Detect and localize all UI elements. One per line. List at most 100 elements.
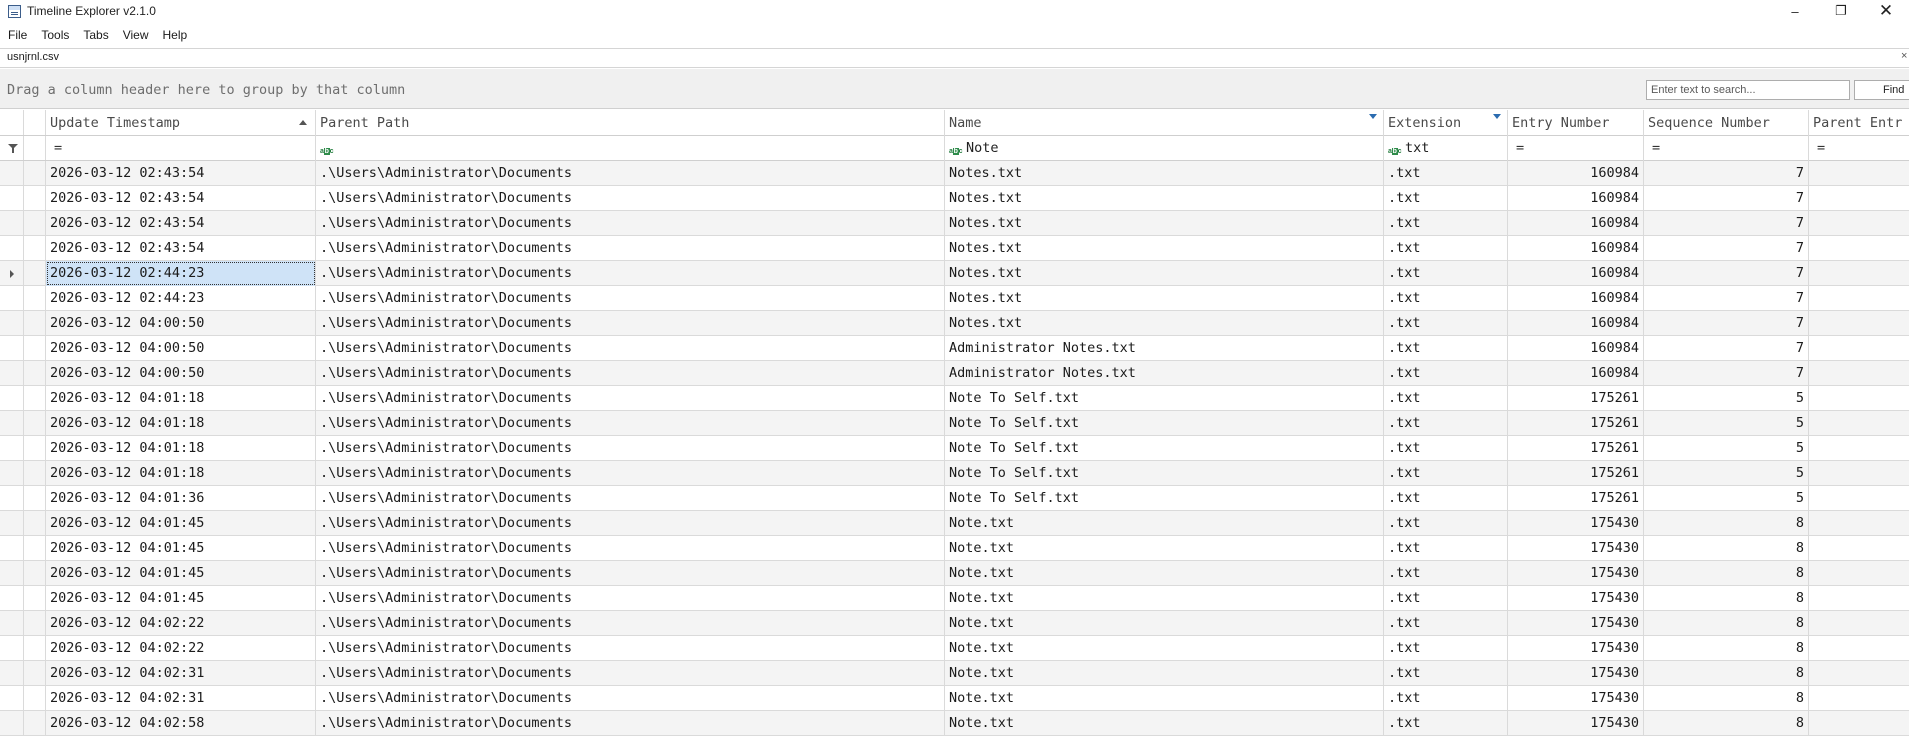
- cell-name[interactable]: Note.txt: [945, 586, 1384, 611]
- cell-parent-path[interactable]: .\Users\Administrator\Documents: [316, 261, 945, 286]
- cell-update-timestamp[interactable]: 2026-03-12 02:44:23: [46, 261, 316, 286]
- cell-parent-path[interactable]: .\Users\Administrator\Documents: [316, 486, 945, 511]
- cell-parent-entry[interactable]: [1809, 236, 1909, 261]
- cell-extension[interactable]: .txt: [1384, 611, 1508, 636]
- cell-name[interactable]: Note.txt: [945, 661, 1384, 686]
- cell-parent-path[interactable]: .\Users\Administrator\Documents: [316, 411, 945, 436]
- cell-entry-number[interactable]: 175430: [1508, 561, 1644, 586]
- cell-entry-number[interactable]: 160984: [1508, 286, 1644, 311]
- cell-extension[interactable]: .txt: [1384, 261, 1508, 286]
- table-row[interactable]: 2026-03-12 02:44:23 .\Users\Administrator…: [0, 286, 1909, 311]
- row-indicator[interactable]: [0, 586, 24, 610]
- filter-cell-entry-number[interactable]: =: [1508, 136, 1644, 161]
- row-select-cell[interactable]: [24, 361, 46, 385]
- cell-parent-entry[interactable]: [1809, 511, 1909, 536]
- cell-parent-path[interactable]: .\Users\Administrator\Documents: [316, 461, 945, 486]
- cell-name[interactable]: Note.txt: [945, 711, 1384, 736]
- cell-update-timestamp[interactable]: 2026-03-12 04:01:18: [46, 461, 316, 486]
- cell-entry-number[interactable]: 175261: [1508, 436, 1644, 461]
- table-row[interactable]: 2026-03-12 02:43:54 .\Users\Administrator…: [0, 211, 1909, 236]
- cell-name[interactable]: Notes.txt: [945, 211, 1384, 236]
- equals-operator-icon[interactable]: =: [1817, 136, 1825, 161]
- cell-sequence-number[interactable]: 8: [1644, 636, 1809, 661]
- row-indicator[interactable]: [0, 611, 24, 635]
- row-select-cell[interactable]: [24, 636, 46, 660]
- cell-entry-number[interactable]: 175261: [1508, 461, 1644, 486]
- cell-extension[interactable]: .txt: [1384, 211, 1508, 236]
- table-row[interactable]: 2026-03-12 04:01:45 .\Users\Administrator…: [0, 561, 1909, 586]
- row-select-cell[interactable]: [24, 261, 46, 285]
- cell-entry-number[interactable]: 160984: [1508, 311, 1644, 336]
- cell-name[interactable]: Notes.txt: [945, 161, 1384, 186]
- cell-entry-number[interactable]: 175261: [1508, 386, 1644, 411]
- filter-cell-name[interactable]: abc Note: [945, 136, 1384, 161]
- table-row[interactable]: 2026-03-12 04:01:36 .\Users\Administrator…: [0, 486, 1909, 511]
- cell-update-timestamp[interactable]: 2026-03-12 04:01:18: [46, 411, 316, 436]
- filter-cell-parent-path[interactable]: abc: [316, 136, 945, 161]
- row-select-cell[interactable]: [24, 186, 46, 210]
- cell-parent-entry[interactable]: [1809, 436, 1909, 461]
- cell-sequence-number[interactable]: 5: [1644, 461, 1809, 486]
- cell-extension[interactable]: .txt: [1384, 336, 1508, 361]
- row-indicator[interactable]: [0, 461, 24, 485]
- cell-sequence-number[interactable]: 7: [1644, 286, 1809, 311]
- table-row[interactable]: 2026-03-12 04:00:50 .\Users\Administrator…: [0, 361, 1909, 386]
- cell-parent-path[interactable]: .\Users\Administrator\Documents: [316, 186, 945, 211]
- cell-extension[interactable]: .txt: [1384, 361, 1508, 386]
- cell-name[interactable]: Note To Self.txt: [945, 386, 1384, 411]
- row-indicator[interactable]: [0, 636, 24, 660]
- cell-sequence-number[interactable]: 7: [1644, 361, 1809, 386]
- cell-parent-entry[interactable]: [1809, 411, 1909, 436]
- cell-parent-path[interactable]: .\Users\Administrator\Documents: [316, 586, 945, 611]
- cell-sequence-number[interactable]: 7: [1644, 211, 1809, 236]
- cell-extension[interactable]: .txt: [1384, 411, 1508, 436]
- row-indicator[interactable]: [0, 261, 24, 285]
- cell-parent-path[interactable]: .\Users\Administrator\Documents: [316, 511, 945, 536]
- cell-update-timestamp[interactable]: 2026-03-12 04:01:18: [46, 436, 316, 461]
- row-select-cell[interactable]: [24, 211, 46, 235]
- cell-entry-number[interactable]: 160984: [1508, 236, 1644, 261]
- cell-name[interactable]: Notes.txt: [945, 186, 1384, 211]
- cell-parent-entry[interactable]: [1809, 661, 1909, 686]
- row-select-cell[interactable]: [24, 386, 46, 410]
- cell-parent-entry[interactable]: [1809, 286, 1909, 311]
- table-row[interactable]: 2026-03-12 04:02:58 .\Users\Administrator…: [0, 711, 1909, 736]
- table-row[interactable]: 2026-03-12 04:01:45 .\Users\Administrator…: [0, 511, 1909, 536]
- cell-parent-path[interactable]: .\Users\Administrator\Documents: [316, 661, 945, 686]
- cell-entry-number[interactable]: 175430: [1508, 536, 1644, 561]
- table-row[interactable]: 2026-03-12 02:44:23 .\Users\Administrator…: [0, 261, 1909, 286]
- cell-name[interactable]: Note.txt: [945, 636, 1384, 661]
- cell-update-timestamp[interactable]: 2026-03-12 04:02:31: [46, 661, 316, 686]
- column-header-parent-entry[interactable]: Parent Entr: [1809, 110, 1909, 136]
- cell-name[interactable]: Note To Self.txt: [945, 436, 1384, 461]
- cell-update-timestamp[interactable]: 2026-03-12 02:43:54: [46, 211, 316, 236]
- cell-extension[interactable]: .txt: [1384, 236, 1508, 261]
- table-row[interactable]: 2026-03-12 04:01:45 .\Users\Administrator…: [0, 536, 1909, 561]
- row-indicator[interactable]: [0, 286, 24, 310]
- cell-parent-entry[interactable]: [1809, 686, 1909, 711]
- row-indicator[interactable]: [0, 436, 24, 460]
- cell-extension[interactable]: .txt: [1384, 511, 1508, 536]
- column-header-entry-number[interactable]: Entry Number: [1508, 110, 1644, 136]
- cell-extension[interactable]: .txt: [1384, 311, 1508, 336]
- row-indicator[interactable]: [0, 186, 24, 210]
- cell-extension[interactable]: .txt: [1384, 536, 1508, 561]
- filter-cell-parent-entry[interactable]: =: [1809, 136, 1909, 161]
- row-select-cell[interactable]: [24, 536, 46, 560]
- cell-sequence-number[interactable]: 7: [1644, 161, 1809, 186]
- cell-name[interactable]: Administrator Notes.txt: [945, 336, 1384, 361]
- menu-tools[interactable]: Tools: [34, 28, 76, 42]
- group-by-panel[interactable]: Drag a column header here to group by th…: [0, 69, 1909, 109]
- cell-entry-number[interactable]: 160984: [1508, 336, 1644, 361]
- row-select-cell[interactable]: [24, 161, 46, 185]
- row-indicator[interactable]: [0, 661, 24, 685]
- cell-entry-number[interactable]: 175430: [1508, 661, 1644, 686]
- column-header-sequence-number[interactable]: Sequence Number: [1644, 110, 1809, 136]
- cell-parent-path[interactable]: .\Users\Administrator\Documents: [316, 211, 945, 236]
- table-row[interactable]: 2026-03-12 04:01:18 .\Users\Administrator…: [0, 386, 1909, 411]
- cell-entry-number[interactable]: 175261: [1508, 411, 1644, 436]
- contains-operator-icon[interactable]: abc: [949, 147, 966, 157]
- row-indicator[interactable]: [0, 336, 24, 360]
- cell-parent-entry[interactable]: [1809, 161, 1909, 186]
- contains-operator-icon[interactable]: abc: [320, 147, 337, 157]
